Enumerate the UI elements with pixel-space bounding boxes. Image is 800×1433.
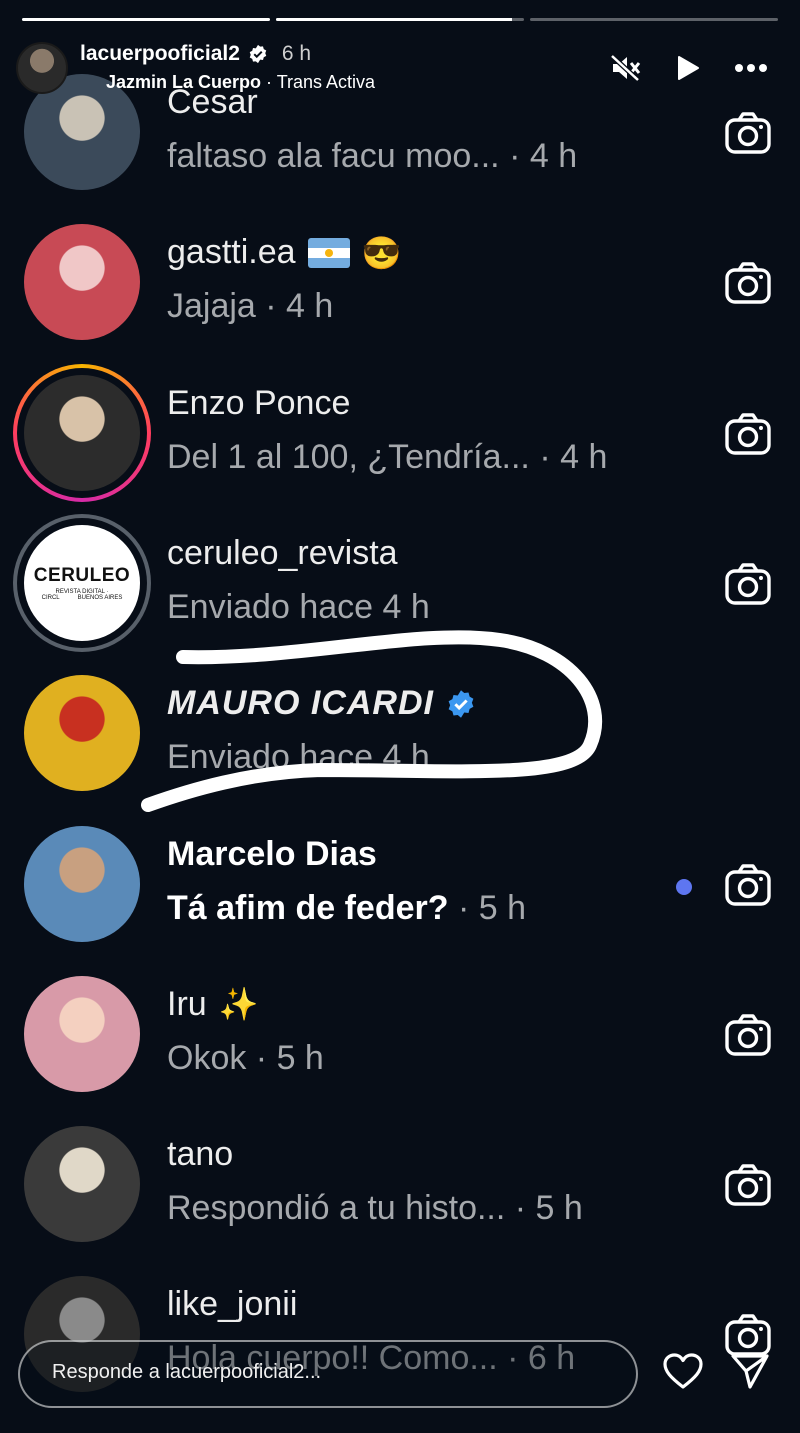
verified-icon bbox=[249, 44, 267, 64]
conversation-row[interactable]: Iru ✨ Okok · 5 h bbox=[0, 959, 800, 1109]
progress-segment bbox=[276, 18, 524, 21]
camera-icon[interactable] bbox=[724, 412, 772, 456]
last-message: Enviado hace 4 h bbox=[167, 588, 430, 627]
avatar[interactable] bbox=[24, 1126, 140, 1243]
play-icon[interactable] bbox=[676, 54, 700, 82]
argentina-flag-icon bbox=[307, 237, 350, 268]
message-time: · 4 h bbox=[539, 437, 608, 476]
contact-name: ceruleo_revista bbox=[167, 534, 398, 573]
contact-name: gastti.ea 😎 bbox=[167, 233, 401, 272]
story-controls bbox=[610, 54, 768, 82]
contact-name-text: Enzo Ponce bbox=[167, 383, 351, 422]
verified-icon bbox=[448, 689, 474, 718]
last-message: Respondió a tu histo... · 5 h bbox=[167, 1189, 583, 1228]
message-text: Tá afim de feder? bbox=[167, 888, 449, 927]
contact-name-text: ceruleo_revista bbox=[167, 533, 398, 572]
emoji: ✨ bbox=[218, 986, 259, 1023]
message-time: · 5 h bbox=[457, 888, 527, 927]
camera-icon[interactable] bbox=[724, 1163, 772, 1207]
message-text: Del 1 al 100, ¿Tendría... bbox=[167, 437, 530, 476]
emoji: 😎 bbox=[361, 234, 402, 271]
contact-name-text: Marcelo Dias bbox=[167, 834, 377, 873]
story-sub-name: Jazmin La Cuerpo bbox=[106, 72, 262, 92]
conversation-row[interactable]: gastti.ea 😎 Jajaja · 4 h bbox=[0, 207, 800, 357]
camera-icon[interactable] bbox=[724, 111, 772, 155]
progress-fill bbox=[276, 18, 512, 21]
story-author[interactable]: lacuerpooficial2 6 h bbox=[80, 42, 311, 66]
reply-field[interactable] bbox=[18, 1340, 638, 1408]
contact-name: Iru ✨ bbox=[167, 985, 259, 1024]
avatar[interactable] bbox=[24, 374, 140, 491]
camera-icon[interactable] bbox=[724, 1013, 772, 1057]
contact-name: like_jonii bbox=[167, 1285, 297, 1324]
avatar[interactable] bbox=[24, 825, 140, 942]
progress-fill bbox=[22, 18, 270, 21]
camera-icon[interactable] bbox=[724, 261, 772, 305]
camera-icon[interactable] bbox=[724, 562, 772, 606]
contact-name-text: Iru bbox=[167, 984, 207, 1023]
story-username[interactable]: lacuerpooficial2 bbox=[80, 42, 240, 66]
conversation-row[interactable]: Marcelo Dias Tá afim de feder? · 5 h bbox=[0, 809, 800, 959]
avatar[interactable] bbox=[24, 224, 140, 341]
avatar[interactable] bbox=[24, 675, 140, 792]
conversation-row[interactable]: Enzo Ponce Del 1 al 100, ¿Tendría... · 4 … bbox=[0, 358, 800, 508]
contact-name-text: tano bbox=[167, 1135, 234, 1174]
unread-dot bbox=[676, 878, 692, 895]
message-text: Okok · 5 h bbox=[167, 1038, 324, 1077]
progress-segment bbox=[22, 18, 270, 21]
send-icon[interactable] bbox=[730, 1352, 770, 1390]
message-text: Enviado hace 4 h bbox=[167, 738, 430, 777]
progress-segment bbox=[530, 18, 778, 21]
conversation-row[interactable]: tano Respondió a tu histo... · 5 h bbox=[0, 1109, 800, 1259]
last-message: Enviado hace 4 h bbox=[167, 738, 430, 777]
story-time: 6 h bbox=[281, 42, 312, 65]
contact-name-text: gastti.ea bbox=[167, 233, 296, 272]
contact-name: Marcelo Dias bbox=[167, 835, 377, 874]
more-options-icon[interactable] bbox=[734, 63, 768, 73]
last-message: Del 1 al 100, ¿Tendría... · 4 h bbox=[167, 438, 607, 477]
story-progress bbox=[22, 18, 778, 21]
message-text: Respondió a tu histo... bbox=[167, 1189, 506, 1228]
contact-name-text: like_jonii bbox=[167, 1285, 298, 1324]
last-message: Tá afim de feder? · 5 h bbox=[167, 889, 526, 928]
mute-icon[interactable] bbox=[610, 54, 642, 82]
logo-line2b: BUENOS AIRES bbox=[77, 594, 123, 601]
logo-title: CERULEO bbox=[33, 564, 131, 586]
story-author-avatar[interactable] bbox=[16, 42, 68, 94]
message-time: · 5 h bbox=[514, 1189, 583, 1228]
contact-name: MAURO ICARDI bbox=[167, 684, 476, 723]
last-message: Jajaja · 4 h bbox=[167, 287, 333, 326]
logo-line2a: CIRCL bbox=[41, 594, 60, 601]
last-message: Okok · 5 h bbox=[167, 1039, 324, 1078]
story-subtitle: Jazmin La Cuerpo · Trans Activa bbox=[106, 72, 375, 93]
message-text: Jajaja · 4 h bbox=[167, 287, 334, 326]
camera-icon[interactable] bbox=[724, 863, 772, 907]
message-text: Enviado hace 4 h bbox=[167, 587, 430, 626]
story-sub-separator: · bbox=[261, 72, 277, 92]
reply-input[interactable] bbox=[50, 1360, 614, 1385]
story-sub-tag: Trans Activa bbox=[276, 72, 376, 92]
camera-icon[interactable] bbox=[724, 1313, 772, 1357]
story-header: lacuerpooficial2 6 h Jazmin La Cuerpo · … bbox=[0, 34, 800, 104]
contact-name: Enzo Ponce bbox=[167, 384, 350, 423]
message-time: · 4 h bbox=[509, 137, 578, 175]
last-message: faltaso ala facu moo... · 4 h bbox=[167, 137, 577, 176]
message-text: faltaso ala facu moo... bbox=[167, 137, 500, 175]
avatar[interactable] bbox=[24, 975, 140, 1092]
conversation-row[interactable]: MAURO ICARDI Enviado hace 4 h bbox=[0, 658, 800, 808]
conversation-row[interactable]: CERULEO REVISTA DIGITAL · CIRCL BUENOS AIRE… bbox=[0, 508, 800, 658]
heart-icon[interactable] bbox=[662, 1352, 704, 1390]
contact-name: tano bbox=[167, 1135, 233, 1174]
contact-name-text: MAURO ICARDI bbox=[167, 684, 434, 723]
avatar[interactable]: CERULEO REVISTA DIGITAL · CIRCL BUENOS AIRE… bbox=[24, 524, 140, 641]
